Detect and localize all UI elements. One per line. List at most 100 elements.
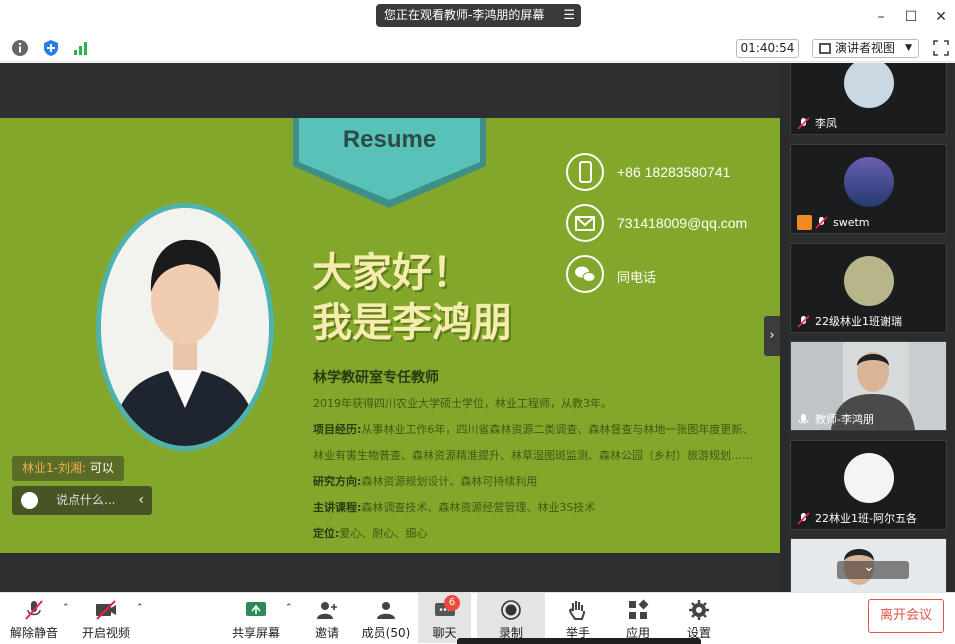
maximize-button[interactable]: ☐ xyxy=(902,8,920,26)
chat-collapse-icon[interactable]: ‹ xyxy=(138,486,144,515)
chat-message: 可以 xyxy=(86,461,114,475)
stage-divider xyxy=(780,63,788,592)
apps-button[interactable]: 应用 xyxy=(618,593,658,643)
raise-hand-button[interactable]: 举手 xyxy=(558,593,598,643)
courses-value: 森林调查技术、森林资源经营管理、林业3S技术 xyxy=(361,501,596,514)
shared-screen: Resume +86 18283580741 731418009@qq.com xyxy=(0,63,780,592)
phone-icon xyxy=(566,153,604,191)
participant-tile[interactable]: ⌄ xyxy=(790,538,947,592)
phone-number: +86 18283580741 xyxy=(617,164,731,180)
view-mode-label: 演讲者视图 xyxy=(835,41,896,55)
chat-unread-badge: 6 xyxy=(444,595,460,611)
meeting-timer: 01:40:54 xyxy=(736,39,799,58)
avatar xyxy=(844,453,894,503)
start-video-label: 开启视频 xyxy=(81,626,130,640)
chevron-down-icon: ▼ xyxy=(905,43,912,53)
members-button[interactable]: 成员(50) xyxy=(360,593,412,643)
greeting-line-1: 大家好！ xyxy=(312,250,472,296)
avatar xyxy=(844,157,894,207)
bio-line: 2019年获得四川农业大学硕士学位，林业工程师，从教3年。 xyxy=(313,397,612,410)
share-screen-icon xyxy=(246,602,266,616)
layout-icon xyxy=(819,43,831,54)
camera-off-icon xyxy=(96,600,116,620)
fullscreen-icon[interactable] xyxy=(933,40,949,56)
share-screen-label: 共享屏幕 xyxy=(231,626,280,640)
screen-share-notice[interactable]: 您正在观看教师-李鸿朋的屏幕 ☰ xyxy=(376,4,581,27)
participant-tile-active[interactable]: 教师-李鸿朋 xyxy=(790,341,947,431)
mail-icon xyxy=(566,204,604,242)
email-address: 731418009@qq.com xyxy=(617,215,748,231)
panel-toggle-button[interactable]: › xyxy=(764,316,780,356)
greeting-line-2: 我是李鸿朋 xyxy=(312,300,512,346)
positioning-line: 定位:爱心、耐心、细心 xyxy=(313,525,427,541)
share-menu-icon[interactable]: ☰ xyxy=(563,4,575,27)
taskbar-preview xyxy=(457,638,701,644)
record-button[interactable]: 录制 xyxy=(477,593,545,643)
meeting-toolbar: 01:40:54 演讲者视图 ▼ xyxy=(0,34,955,62)
wechat-value: 同电话 xyxy=(617,270,657,285)
scroll-more-icon[interactable]: ⌄ xyxy=(863,559,875,575)
signal-strength-icon[interactable] xyxy=(72,39,90,57)
minimize-button[interactable]: – xyxy=(872,8,890,26)
view-mode-dropdown[interactable]: 演讲者视图 ▼ xyxy=(812,39,919,58)
share-notice-text: 您正在观看教师-李鸿朋的屏幕 xyxy=(384,8,545,22)
courses-line: 主讲课程:森林调查技术、森林资源经营管理、林业3S技术 xyxy=(313,499,595,515)
chat-button[interactable]: 6 聊天 xyxy=(418,593,471,643)
apps-grid-icon xyxy=(629,599,649,619)
emoji-icon[interactable] xyxy=(21,492,38,509)
participant-label: swetm xyxy=(815,215,870,230)
mic-muted-icon xyxy=(797,315,810,328)
positioning-key: 定位: xyxy=(313,527,340,540)
positioning-value: 爱心、耐心、细心 xyxy=(339,527,428,540)
security-shield-icon[interactable] xyxy=(42,39,60,57)
hand-icon xyxy=(569,601,585,620)
profile-photo xyxy=(96,203,274,451)
courses-key: 主讲课程: xyxy=(313,501,362,514)
chat-input[interactable]: 说点什么... ‹ xyxy=(12,486,152,515)
participant-tile[interactable]: 22林业1班-阿尔五各 xyxy=(790,440,947,530)
project-line-cont: 林业有害生物普查、森林资源精准提升、林草湿图斑监测、森林公园（乡村）旅游规划…… xyxy=(313,449,753,462)
mic-muted-icon xyxy=(25,600,43,620)
participant-name: 李凤 xyxy=(815,117,837,130)
chat-bubble: 林业1-刘湘: 可以 xyxy=(12,456,124,481)
unmute-label: 解除静音 xyxy=(9,626,58,640)
mic-icon xyxy=(798,414,809,424)
avatar xyxy=(844,256,894,306)
audio-options-caret[interactable]: ⌃ xyxy=(62,603,70,613)
participant-label: 22级林业1班谢瑞 xyxy=(797,314,902,329)
project-key: 项目经历: xyxy=(313,423,362,436)
share-options-caret[interactable]: ⌃ xyxy=(285,603,293,613)
meeting-window: 您正在观看教师-李鸿朋的屏幕 ☰ – ☐ ✕ 01:40:54 演讲者视图 ▼ xyxy=(0,0,955,644)
job-title: 林学教研室专任教师 xyxy=(313,370,439,386)
video-options-caret[interactable]: ⌃ xyxy=(136,603,144,613)
participant-tile[interactable]: 22级林业1班谢瑞 xyxy=(790,243,947,333)
greeting: 大家好！ 我是李鸿朋 xyxy=(312,248,512,348)
participant-tile[interactable]: 李凤 xyxy=(790,63,947,135)
title-bar: 您正在观看教师-李鸿朋的屏幕 ☰ – ☐ ✕ xyxy=(0,0,955,34)
info-icon[interactable] xyxy=(11,39,29,57)
unmute-button[interactable]: 解除静音 xyxy=(6,593,62,643)
participant-name: 22林业1班-阿尔五各 xyxy=(815,512,917,525)
invite-label: 邀请 xyxy=(314,626,339,640)
chat-placeholder: 说点什么... xyxy=(56,493,116,507)
resume-heading: Resume xyxy=(342,126,437,153)
project-line: 项目经历:从事林业工作6年，四川省森林资源二类调查、森林督查与林地一张图年度更新… xyxy=(313,421,753,437)
project-value: 从事林业工作6年，四川省森林资源二类调查、森林督查与林地一张图年度更新、 xyxy=(361,423,754,436)
settings-button[interactable]: 设置 xyxy=(678,593,720,643)
leave-meeting-button[interactable]: 离开会议 xyxy=(868,599,944,633)
mic-muted-icon xyxy=(815,216,828,229)
participant-label: 22林业1班-阿尔五各 xyxy=(797,511,917,526)
research-value: 森林资源规划设计、森林可持续利用 xyxy=(361,475,538,488)
participant-label: 教师-李鸿朋 xyxy=(797,412,874,427)
participant-label: 李凤 xyxy=(797,116,837,131)
close-button[interactable]: ✕ xyxy=(932,8,950,26)
share-screen-button[interactable]: 共享屏幕 xyxy=(228,593,284,643)
research-key: 研究方向: xyxy=(313,475,362,488)
members-icon xyxy=(377,602,395,619)
control-bar: 解除静音 ⌃ 开启视频 ⌃ 共享屏幕 ⌃ 邀请 成员(50) 6 聊天 录制 举… xyxy=(0,592,955,644)
record-icon xyxy=(501,600,521,620)
start-video-button[interactable]: 开启视频 xyxy=(78,593,134,643)
mic-muted-icon xyxy=(797,117,810,130)
participant-tile[interactable]: swetm xyxy=(790,144,947,234)
invite-button[interactable]: 邀请 xyxy=(306,593,348,643)
